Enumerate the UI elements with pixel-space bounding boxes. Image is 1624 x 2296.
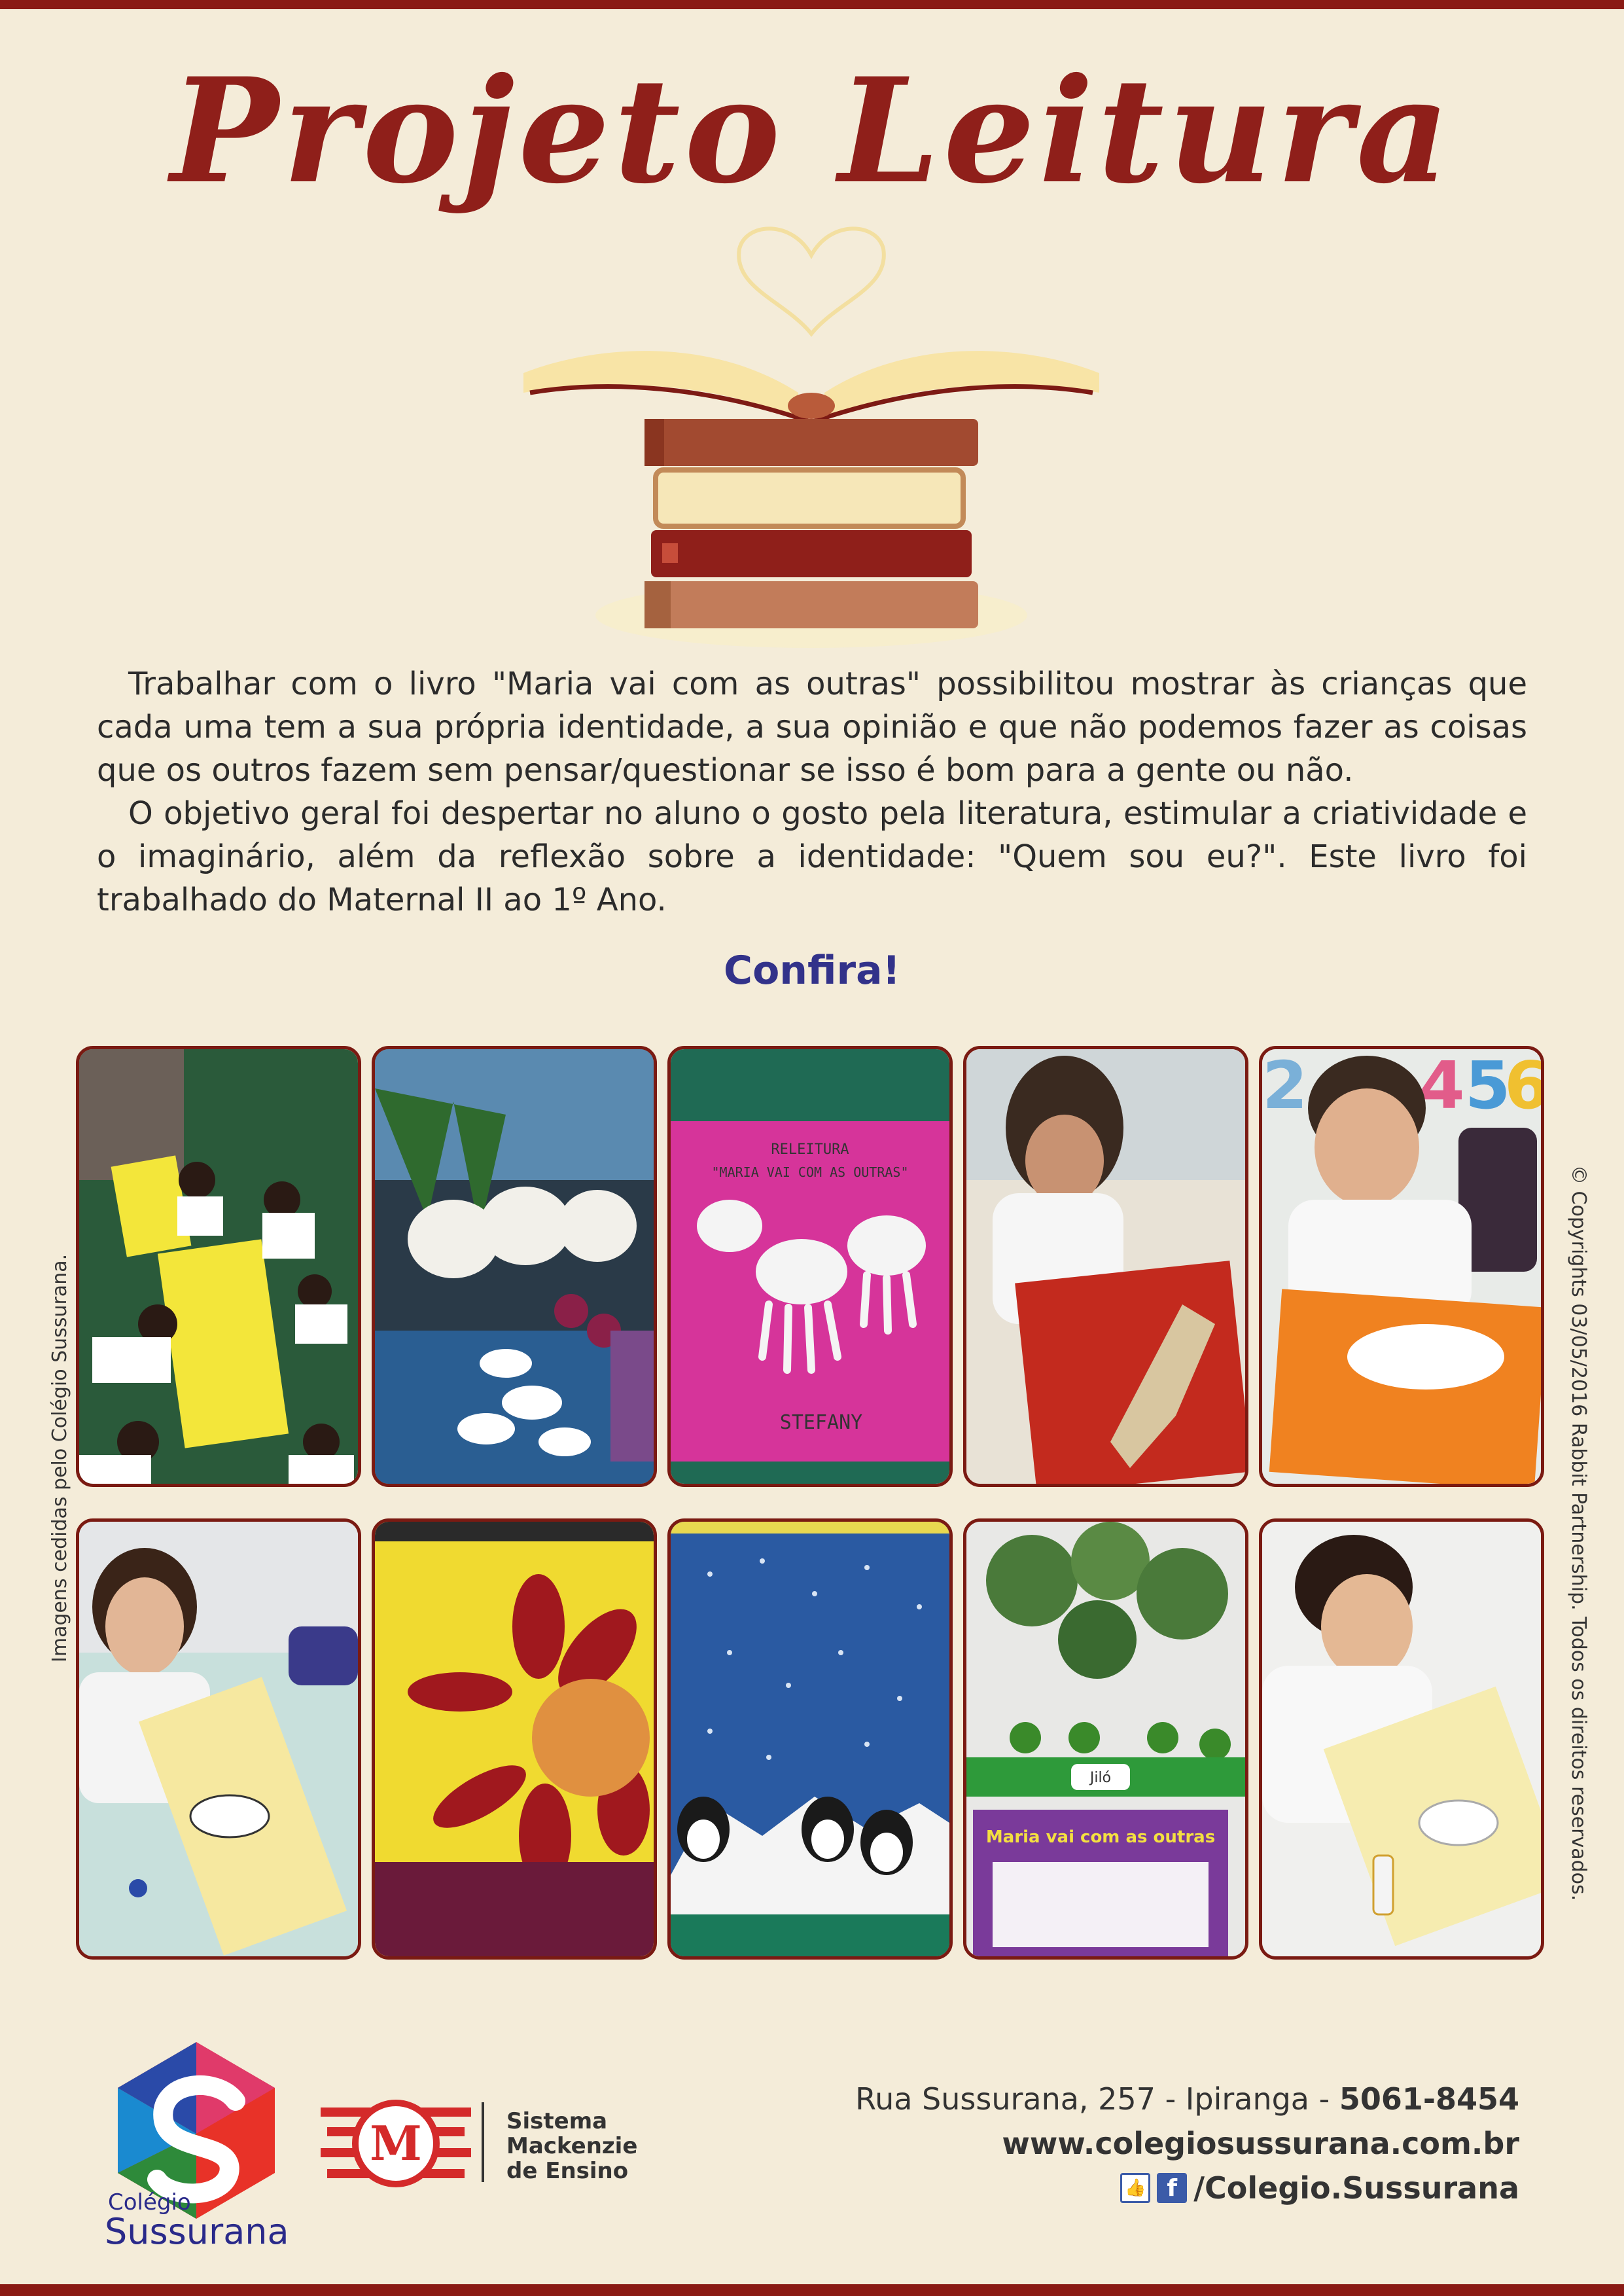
book-stack-icon	[523, 226, 1099, 648]
svg-text:M: M	[370, 2115, 422, 2171]
svg-text:4: 4	[1419, 1049, 1465, 1124]
phone[interactable]: 5061-8454	[1339, 2081, 1519, 2117]
facebook-icon[interactable]: f	[1157, 2173, 1188, 2203]
book-cover-title: Maria vai com as outras	[986, 1827, 1215, 1847]
address: Rua Sussurana, 257 - Ipiranga -	[855, 2081, 1339, 2117]
facebook-handle[interactable]: /Colegio.Sussurana	[1193, 2170, 1519, 2206]
photo-sun-artwork	[372, 1518, 657, 1960]
image-credit: Imagens cedidas pelo Colégio Sussurana.	[48, 1253, 71, 1662]
address-line: Rua Sussurana, 257 - Ipiranga - 5061-845…	[720, 2081, 1519, 2117]
mackenzie-line3: de Ensino	[506, 2158, 629, 2184]
mackenzie-line1: Sistema	[506, 2108, 608, 2134]
copyright-notice: © Copyrights 03/05/2016 Rabbit Partnersh…	[1567, 1165, 1590, 1901]
mackenzie-line2: Mackenzie	[506, 2133, 638, 2159]
mackenzie-text: Sistema Mackenzie de Ensino	[506, 2109, 637, 2183]
svg-text:6: 6	[1504, 1049, 1541, 1124]
body-text: Trabalhar com o livro "Maria vai com as …	[97, 662, 1527, 922]
mackenzie-logo: M	[321, 2100, 471, 2187]
poster-name: STEFANY	[780, 1411, 862, 1434]
jilo-sign: Jiló	[1089, 1770, 1111, 1786]
photo-children-drawing	[76, 1046, 361, 1487]
confira-heading: Confira!	[724, 948, 900, 994]
contact-block: Rua Sussurana, 257 - Ipiranga - 5061-845…	[720, 2081, 1519, 2206]
photo-sheep-diorama	[372, 1046, 657, 1487]
top-border	[0, 0, 1624, 9]
paragraph-1: Trabalhar com o livro "Maria vai com as …	[97, 666, 1527, 789]
logo-divider	[482, 2102, 484, 2182]
photo-girl-sheep-sheet	[76, 1518, 361, 1960]
photo-boy-drawing	[1259, 1518, 1544, 1960]
photo-grid: RELEITURA "MARIA VAI COM AS OUTRAS" STEF…	[76, 1046, 1548, 1961]
bottom-border	[0, 2284, 1624, 2296]
poster-line1: RELEITURA	[771, 1141, 849, 1158]
paragraph-2: O objetivo geral foi despertar no aluno …	[97, 795, 1527, 918]
photo-boy-smiling: 4 5 6 2	[1259, 1046, 1544, 1487]
svg-text:2: 2	[1262, 1049, 1308, 1124]
page-title: Projeto Leitura	[170, 46, 1454, 215]
photo-girl-glue	[963, 1046, 1248, 1487]
photo-jilo-book: Jiló Maria vai com as outras	[963, 1518, 1248, 1960]
like-icon[interactable]: 👍	[1120, 2173, 1151, 2203]
website-link[interactable]: www.colegiosussurana.com.br	[720, 2126, 1519, 2161]
poster-line2: "MARIA VAI COM AS OUTRAS"	[711, 1164, 908, 1180]
photo-releitura-poster: RELEITURA "MARIA VAI COM AS OUTRAS" STEF…	[667, 1046, 953, 1487]
photo-penguins	[667, 1518, 953, 1960]
facebook-row: 👍 f /Colegio.Sussurana	[720, 2170, 1519, 2206]
logo-text-big: Sussurana	[105, 2211, 289, 2252]
